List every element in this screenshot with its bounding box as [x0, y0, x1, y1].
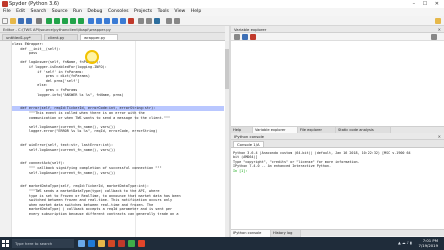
menu-search[interactable]: Search: [31, 9, 47, 14]
continue-icon[interactable]: [120, 18, 126, 24]
menu-run[interactable]: Run: [73, 9, 82, 14]
editor-pane-title: Editor - C:\TWS API\source\pythonclient\…: [0, 26, 225, 33]
ipython-console-title-text: IPython console: [234, 134, 264, 139]
menu-file[interactable]: File: [3, 9, 11, 14]
taskbar-search-box[interactable]: Type here to search: [12, 239, 74, 248]
task-view-icon[interactable]: [78, 240, 85, 247]
options-icon[interactable]: [431, 34, 437, 40]
variable-explorer-toolbar: [231, 33, 444, 41]
spyder-window: Spyder (Python 3.6) – ☐ ✕ File Edit Sear…: [0, 0, 444, 250]
code-editor[interactable]: class EWrapper: def __init__(self): pass…: [0, 41, 225, 237]
close-console-pane-icon[interactable]: ✕: [438, 133, 441, 139]
tab-ipython-console[interactable]: IPython console: [231, 230, 271, 237]
stop-debug-icon[interactable]: [128, 18, 134, 24]
menu-debug[interactable]: Debug: [87, 9, 102, 14]
forward-icon[interactable]: [174, 18, 180, 24]
tab-wrapper[interactable]: wrapper.py: [80, 34, 118, 41]
title-bar: Spyder (Python 3.6) – ☐ ✕: [0, 0, 444, 8]
open-folder-icon[interactable]: [10, 18, 16, 24]
menu-bar: File Edit Search Source Run Debug Consol…: [0, 8, 444, 16]
back-icon[interactable]: [166, 18, 172, 24]
toolbar: C:\Users\jdlhps\Desktop\quant Finance pr…: [0, 16, 444, 40]
spyder-taskbar-icon[interactable]: [118, 240, 125, 247]
menu-source[interactable]: Source: [52, 9, 68, 14]
save-data-icon[interactable]: [242, 34, 248, 40]
run-cell-icon[interactable]: [54, 18, 60, 24]
run-selection-icon[interactable]: [70, 18, 76, 24]
line-number-gutter: [0, 41, 12, 237]
menu-help[interactable]: Help: [191, 9, 201, 14]
console-output: Python 3.6.4 |Anaconda custom (64-bit)| …: [233, 151, 442, 169]
variable-explorer-title: Variable explorer ✕: [231, 26, 444, 33]
run-icon[interactable]: [46, 18, 52, 24]
menu-projects[interactable]: Projects: [134, 9, 152, 14]
console-bottom-tabs: IPython console History log: [231, 229, 444, 237]
taskbar: Type here to search ▲ ☁ ♪ ▮ 7:01 PM 7/19…: [0, 237, 444, 250]
console-tabs: Console 1/A: [231, 140, 444, 148]
excel-icon[interactable]: [128, 240, 135, 247]
maximize-pane-icon[interactable]: [138, 18, 144, 24]
window-title: Spyder (Python 3.6): [9, 1, 59, 7]
spyder-app-icon: [2, 1, 8, 7]
menu-consoles[interactable]: Consoles: [108, 9, 129, 14]
rerun-icon[interactable]: [78, 18, 84, 24]
tab-client[interactable]: client.py: [44, 34, 78, 41]
tab-history-log[interactable]: History log: [271, 230, 301, 237]
save-all-icon[interactable]: [26, 18, 32, 24]
file-explorer-icon[interactable]: [98, 240, 105, 247]
tab-console-1a[interactable]: Console 1/A: [233, 141, 264, 148]
step-into-icon[interactable]: [104, 18, 110, 24]
step-icon[interactable]: [96, 18, 102, 24]
run-cell-advance-icon[interactable]: [62, 18, 68, 24]
pythonpath-icon[interactable]: [154, 18, 160, 24]
new-file-icon[interactable]: [2, 18, 8, 24]
new-project-icon[interactable]: [36, 18, 42, 24]
code-area[interactable]: class EWrapper: def __init__(self): pass…: [12, 42, 224, 217]
step-return-icon[interactable]: [112, 18, 118, 24]
windows-start-icon[interactable]: [2, 240, 9, 247]
menu-tools[interactable]: Tools: [158, 9, 169, 14]
menu-view[interactable]: View: [174, 9, 185, 14]
clock-date: 7/19/2019: [418, 243, 438, 248]
browse-folder-icon[interactable]: [435, 18, 441, 24]
ipython-console[interactable]: Python 3.6.4 |Anaconda custom (64-bit)| …: [231, 148, 444, 229]
system-tray-icons[interactable]: ▲ ☁ ♪ ▮: [398, 241, 412, 245]
save-icon[interactable]: [18, 18, 24, 24]
code-line[interactable]: every subscription because different con…: [12, 212, 224, 217]
tab-untitled1[interactable]: untitled1.py*: [2, 34, 42, 41]
variable-table[interactable]: [231, 41, 444, 126]
variable-explorer-title-text: Variable explorer: [234, 27, 267, 32]
variable-explorer-tabs: Help Variable explorer File explorer Sta…: [231, 126, 444, 134]
menu-edit[interactable]: Edit: [16, 9, 25, 14]
debug-icon[interactable]: [88, 18, 94, 24]
window-controls[interactable]: – ☐ ✕: [413, 0, 442, 8]
close-pane-icon[interactable]: ✕: [438, 26, 441, 32]
remove-variables-icon[interactable]: [250, 34, 256, 40]
powerpoint-icon[interactable]: [108, 240, 115, 247]
edge-browser-icon[interactable]: [88, 240, 95, 247]
ipython-console-title: IPython console ✕: [231, 133, 444, 140]
mouse-cursor-highlight: [85, 50, 99, 64]
import-data-icon[interactable]: [234, 34, 240, 40]
editor-tabs: untitled1.py* client.py wrapper.py: [0, 33, 225, 41]
console-prompt[interactable]: In [1]:: [233, 169, 442, 173]
preferences-icon[interactable]: [146, 18, 152, 24]
taskbar-clock[interactable]: 7:01 PM 7/19/2019: [419, 238, 438, 248]
chrome-icon[interactable]: [138, 240, 145, 247]
